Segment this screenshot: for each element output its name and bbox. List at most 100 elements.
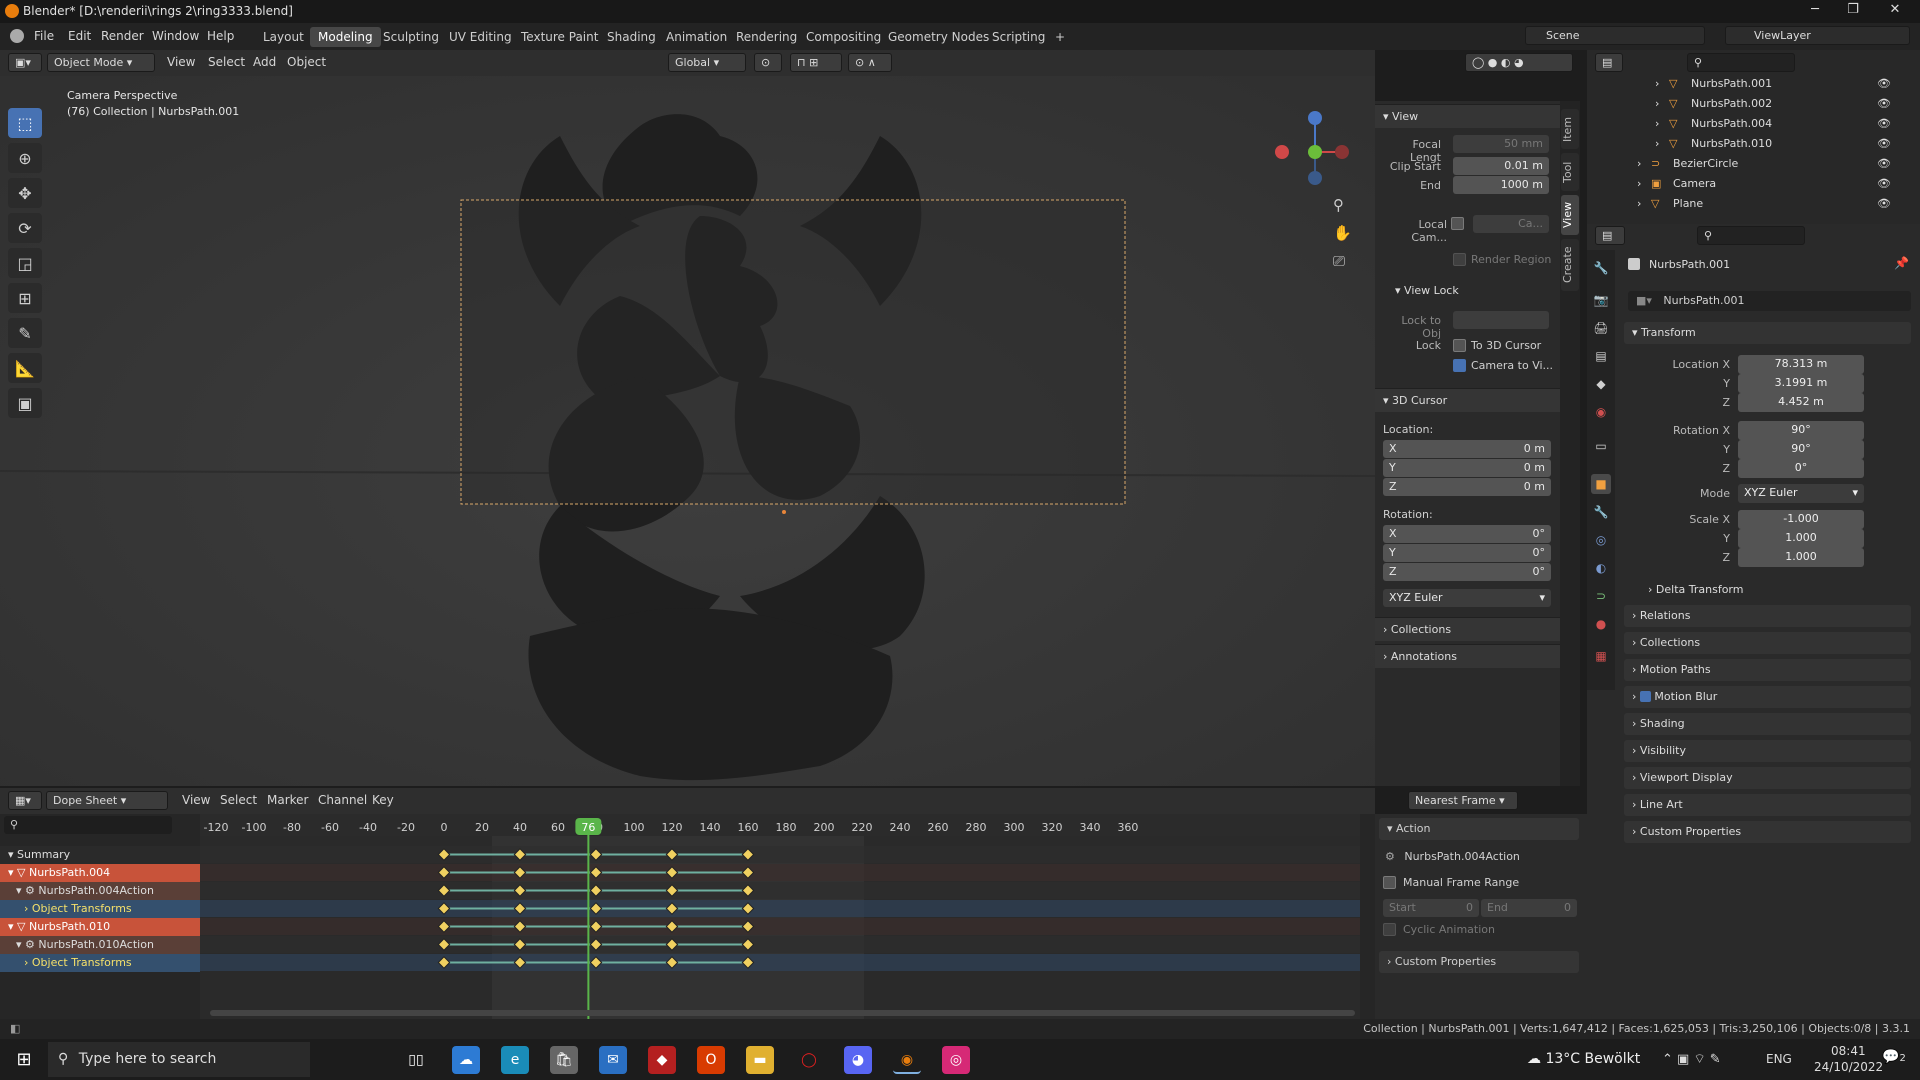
scene-selector[interactable]: Scene: [1525, 26, 1705, 45]
outliner-row[interactable]: › ▽ Plane 👁: [1587, 197, 1920, 217]
texture-icon[interactable]: ▦: [1591, 646, 1611, 666]
add-cube-icon[interactable]: ▣: [8, 388, 42, 418]
tab-compositing[interactable]: Compositing: [798, 27, 889, 47]
move-icon[interactable]: ✥: [8, 178, 42, 208]
pan-hand-icon[interactable]: ✋: [1333, 224, 1353, 244]
menu-file[interactable]: File: [34, 29, 54, 43]
location-x-field[interactable]: 78.313 m: [1738, 355, 1864, 374]
motion-paths-section[interactable]: › Motion Paths: [1624, 659, 1911, 681]
scale-icon[interactable]: ◲: [8, 248, 42, 278]
cursor-rot-z[interactable]: Z 0°: [1383, 563, 1551, 581]
menu-help[interactable]: Help: [207, 29, 234, 43]
3d-cursor-section-header[interactable]: ▾ 3D Cursor: [1375, 388, 1560, 412]
ds-menu-channel[interactable]: Channel: [318, 793, 367, 807]
zoom-icon[interactable]: ⚲: [1333, 196, 1353, 216]
tab-layout[interactable]: Layout: [255, 27, 312, 47]
tab-tool[interactable]: Tool: [1561, 153, 1579, 191]
close-button[interactable]: ✕: [1880, 2, 1910, 21]
properties-editor-type[interactable]: ▤: [1595, 226, 1625, 245]
notification-icon[interactable]: 💬2: [1882, 1049, 1906, 1065]
outliner-row[interactable]: › ⊃ BezierCircle 👁: [1587, 157, 1920, 177]
dopesheet-timeline[interactable]: -120-100-80-60-40-2002040608010012014016…: [0, 814, 1375, 1019]
outliner-row[interactable]: › ▽ NurbsPath.010 👁: [1587, 137, 1920, 157]
visibility-eye-icon[interactable]: 👁: [1877, 197, 1891, 210]
world-icon[interactable]: ◉: [1591, 402, 1611, 422]
microsoft-store-icon[interactable]: 🛍: [550, 1046, 578, 1074]
lock-to-object-field[interactable]: [1453, 311, 1549, 329]
outliner-row[interactable]: › ▽ NurbsPath.001 👁: [1587, 77, 1920, 97]
dopesheet-editor-type[interactable]: ▦▾: [8, 791, 42, 810]
office-icon[interactable]: O: [697, 1046, 725, 1074]
outliner-row[interactable]: › ▽ NurbsPath.004 👁: [1587, 117, 1920, 137]
outliner-row[interactable]: › ▣ Camera 👁: [1587, 177, 1920, 197]
manual-frame-range-checkbox[interactable]: [1383, 876, 1396, 889]
action-name[interactable]: ⚙ NurbsPath.004Action: [1385, 850, 1520, 863]
shading-section[interactable]: › Shading: [1624, 713, 1911, 735]
custom-properties-section[interactable]: › Custom Properties: [1624, 821, 1911, 843]
vp-menu-view[interactable]: View: [167, 55, 195, 69]
visibility-eye-icon[interactable]: 👁: [1877, 117, 1891, 130]
channel-group[interactable]: › Object Transforms: [0, 954, 200, 972]
shading-solid-button[interactable]: ◯ ● ◐ ◕: [1465, 53, 1573, 72]
visibility-eye-icon[interactable]: 👁: [1877, 177, 1891, 190]
horizontal-scrollbar[interactable]: [210, 1010, 1355, 1016]
menu-window[interactable]: Window: [152, 29, 199, 43]
snap-mode-dropdown[interactable]: Nearest Frame ▾: [1408, 791, 1518, 810]
opera-icon[interactable]: ◯: [795, 1046, 823, 1074]
tab-item[interactable]: Item: [1561, 109, 1579, 149]
collections-section[interactable]: › Collections: [1624, 632, 1911, 654]
ds-menu-key[interactable]: Key: [372, 793, 394, 807]
cursor-rotation-mode-dropdown[interactable]: XYZ Euler ▾: [1383, 589, 1551, 607]
measure-icon[interactable]: 📐: [8, 353, 42, 383]
ds-menu-view[interactable]: View: [182, 793, 210, 807]
object-mode-dropdown[interactable]: Object Mode ▾: [47, 53, 155, 72]
add-workspace-button[interactable]: +: [1047, 27, 1073, 47]
action-custom-properties[interactable]: › Custom Properties: [1379, 951, 1579, 973]
channel-track[interactable]: [200, 918, 1360, 935]
pin-icon[interactable]: 📌: [1894, 256, 1909, 270]
taskbar-search-box[interactable]: ⚲ Type here to search: [48, 1042, 310, 1077]
weather-widget[interactable]: ☁ 13°C Bewölkt: [1527, 1051, 1640, 1067]
rotation-y-field[interactable]: 90°: [1738, 440, 1864, 459]
channel-summary[interactable]: ▾ Summary: [0, 846, 200, 864]
system-tray-icons[interactable]: ⌃ ▣ ⌔ ✎: [1662, 1051, 1721, 1067]
camera-view-icon[interactable]: ⎚: [1333, 252, 1353, 272]
viewlayer-selector[interactable]: ViewLayer: [1725, 26, 1910, 45]
scene-icon[interactable]: ◆: [1591, 374, 1611, 394]
channel-action[interactable]: ▾ ⚙ NurbsPath.010Action: [0, 936, 200, 954]
visibility-eye-icon[interactable]: 👁: [1877, 97, 1891, 110]
tab-create[interactable]: Create: [1561, 239, 1579, 291]
minimize-button[interactable]: ─: [1800, 2, 1830, 21]
edge-browser-icon[interactable]: e: [501, 1046, 529, 1074]
render-region-checkbox[interactable]: [1453, 253, 1466, 266]
ds-menu-marker[interactable]: Marker: [267, 793, 308, 807]
language-indicator[interactable]: ENG: [1766, 1052, 1792, 1066]
expand-icon[interactable]: ›: [1655, 77, 1659, 90]
focal-length-field[interactable]: 50 mm: [1453, 135, 1549, 153]
tab-modeling[interactable]: Modeling: [310, 27, 381, 47]
annotate-icon[interactable]: ✎: [8, 318, 42, 348]
collection-icon[interactable]: ▭: [1591, 436, 1611, 456]
onedrive-app-icon[interactable]: ☁: [452, 1046, 480, 1074]
3d-viewport[interactable]: Camera Perspective (76) Collection | Nur…: [0, 76, 1375, 786]
mail-icon[interactable]: ✉: [599, 1046, 627, 1074]
channel-track[interactable]: [200, 954, 1360, 971]
camera-to-view-checkbox[interactable]: [1453, 359, 1466, 372]
location-z-field[interactable]: 4.452 m: [1738, 393, 1864, 412]
channel-track[interactable]: [200, 846, 1360, 863]
vp-menu-add[interactable]: Add: [253, 55, 276, 69]
modifier-icon[interactable]: 🔧: [1591, 502, 1611, 522]
instagram-icon[interactable]: ◎: [942, 1046, 970, 1074]
channel-track[interactable]: [200, 864, 1360, 881]
render-icon[interactable]: 📷: [1591, 290, 1611, 310]
output-icon[interactable]: 🖨: [1591, 318, 1611, 338]
transform-orientation-dropdown[interactable]: Global ▾: [668, 53, 746, 72]
snap-button[interactable]: ⊓ ⊞: [790, 53, 842, 72]
red-app-icon[interactable]: ◆: [648, 1046, 676, 1074]
transform-section-header[interactable]: ▾ Transform: [1624, 322, 1911, 344]
pivot-button[interactable]: ⊙: [754, 53, 782, 72]
constraint-icon[interactable]: ⊃: [1591, 586, 1611, 606]
properties-search[interactable]: ⚲: [1697, 226, 1805, 245]
scale-z-field[interactable]: 1.000: [1738, 548, 1864, 567]
menu-edit[interactable]: Edit: [68, 29, 91, 43]
